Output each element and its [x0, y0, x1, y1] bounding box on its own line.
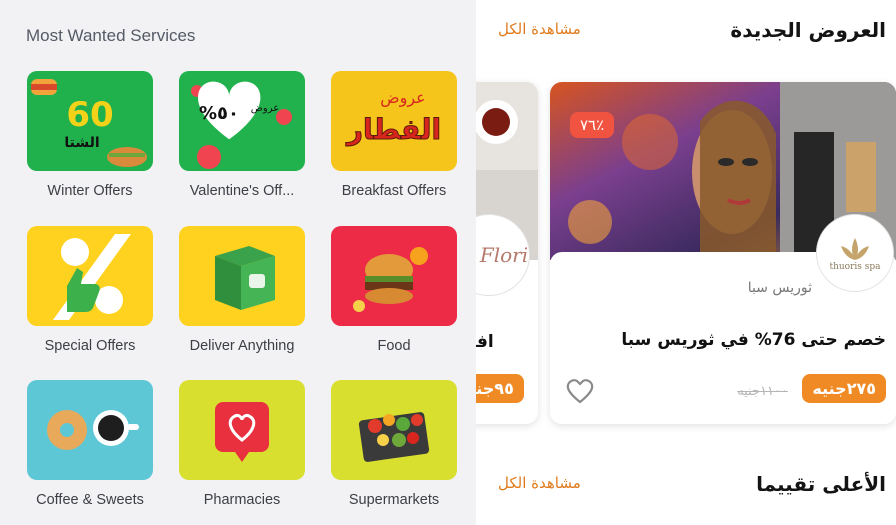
service-label: Valentine's Off...	[189, 183, 295, 199]
coffee-sweets-tile	[27, 380, 153, 480]
top-rated-title: الأعلى تقييما	[756, 472, 886, 496]
service-valentines-offers[interactable]: %٥٠ عروض Valentine's Off...	[177, 71, 307, 199]
see-all-new-offers-link[interactable]: مشاهدة الكل	[498, 20, 581, 38]
pharmacies-tile	[179, 380, 305, 480]
heart-sign-icon	[215, 402, 269, 462]
svg-text:%٥٠: %٥٠	[199, 103, 239, 124]
donut-coffee-icon	[47, 410, 139, 450]
food-tile	[331, 226, 457, 326]
percent-icon	[53, 234, 131, 320]
valentines-offers-art: %٥٠ عروض	[191, 81, 292, 169]
service-label: Pharmacies	[203, 492, 281, 508]
service-label: Coffee & Sweets	[36, 492, 144, 508]
winter-offers-art: 60 الشتا	[31, 79, 147, 167]
offer-title: افطار	[476, 332, 494, 352]
special-offers-tile	[27, 226, 153, 326]
see-all-top-rated-link[interactable]: مشاهدة الكل	[498, 474, 581, 492]
offer-old-price: ١١٠٠جنيه	[737, 384, 788, 399]
service-supermarkets[interactable]: Supermarkets	[329, 380, 459, 508]
service-winter-offers[interactable]: 60 الشتا Winter Offers	[25, 71, 155, 199]
discount-badge: ٪٧٦	[570, 112, 615, 138]
delivery-box-icon	[215, 246, 275, 310]
service-deliver-anything[interactable]: Deliver Anything	[177, 226, 307, 354]
burger-icon	[353, 247, 428, 312]
winter-offers-tile: 60 الشتا	[27, 71, 153, 171]
spa-logo: thuoris spa	[816, 214, 894, 292]
deliver-anything-tile	[179, 226, 305, 326]
service-food[interactable]: Food	[329, 226, 459, 354]
service-coffee-sweets[interactable]: Coffee & Sweets	[25, 380, 155, 508]
svg-text:الشتا: الشتا	[64, 135, 99, 151]
new-offers-title: العروض الجديدة	[730, 18, 886, 42]
section-title: Most Wanted Services	[26, 26, 196, 45]
offer-price: ٩٥جنيه	[476, 374, 524, 403]
svg-text:60: 60	[66, 95, 113, 135]
lotus-icon	[841, 238, 869, 260]
service-breakfast-offers[interactable]: الفطار عروض Breakfast Offers	[329, 71, 459, 199]
service-label: Deliver Anything	[189, 338, 295, 354]
service-label: Supermarkets	[348, 492, 440, 508]
supermarkets-tile	[331, 380, 457, 480]
svg-text:عروض: عروض	[251, 103, 279, 114]
spa-logo-text: thuoris spa	[829, 262, 881, 272]
service-label: Winter Offers	[47, 183, 133, 199]
valentines-offers-tile: %٥٠ عروض	[179, 71, 305, 171]
shop-name: ثوريس سبا	[747, 280, 812, 296]
svg-text:الفطار: الفطار	[345, 113, 441, 146]
offers-panel: العروض الجديدة مشاهدة الكل Flori افطار ٩…	[476, 0, 896, 525]
breakfast-offers-tile: الفطار عروض	[331, 71, 457, 171]
service-special-offers[interactable]: Special Offers	[25, 226, 155, 354]
offer-card-thuoris-spa[interactable]: ٪٧٦ thuoris spa ثوريس سبا خصم حتى 76% في…	[550, 82, 896, 424]
grocery-tray-icon	[358, 412, 430, 462]
service-label: Food	[377, 338, 411, 354]
service-label: Special Offers	[44, 338, 136, 354]
service-label: Breakfast Offers	[341, 183, 447, 199]
shop-logo-text: Flori	[479, 243, 529, 267]
most-wanted-services-panel: Most Wanted Services 60 الشتا Winter Off…	[0, 0, 476, 525]
service-pharmacies[interactable]: Pharmacies	[177, 380, 307, 508]
breakfast-offers-art: الفطار عروض	[344, 88, 441, 147]
svg-text:عروض: عروض	[380, 88, 425, 108]
offer-title: خصم حتى 76% في ثوريس سبا	[621, 330, 886, 350]
heart-icon[interactable]	[566, 378, 594, 404]
offer-card-partial[interactable]: Flori افطار ٩٥جنيه	[476, 82, 538, 424]
offer-price: ٢٧٥جنيه	[802, 374, 886, 403]
